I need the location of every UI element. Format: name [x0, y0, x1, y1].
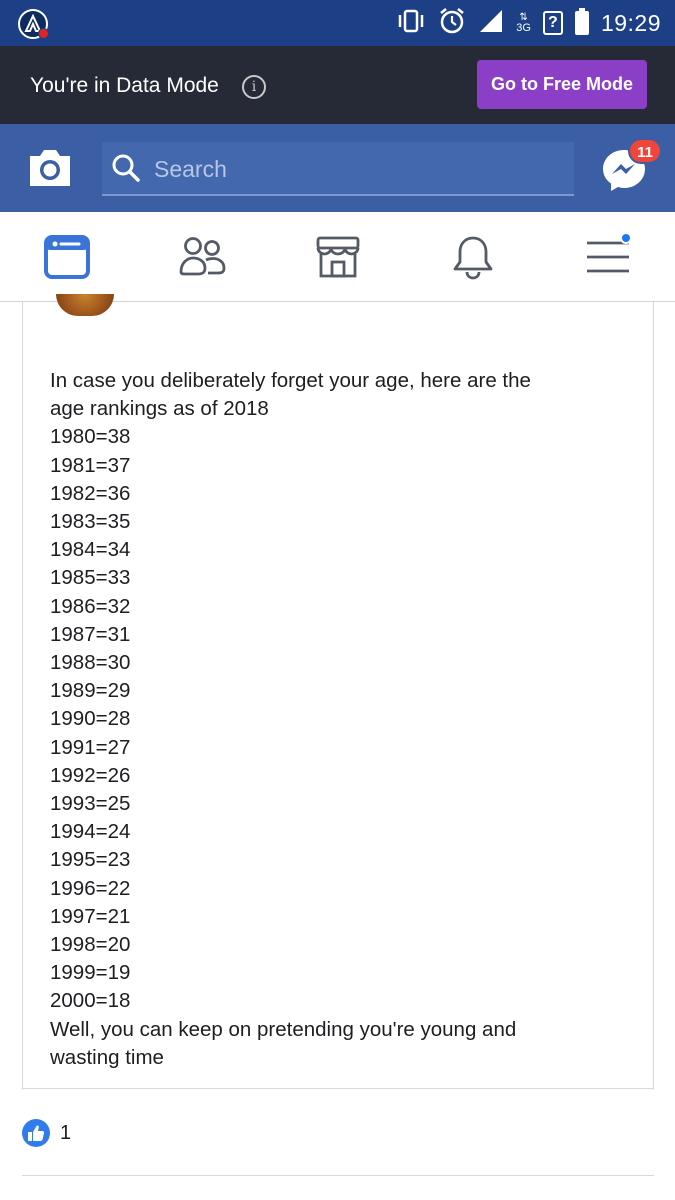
- ranking-line: 1994=24: [50, 820, 131, 844]
- tab-news-feed[interactable]: [43, 234, 93, 280]
- menu-notification-dot: [620, 232, 632, 244]
- ranking-line: 1989=29: [50, 679, 131, 703]
- tab-friends[interactable]: [178, 234, 228, 280]
- avatar[interactable]: [56, 294, 114, 316]
- news-feed-icon: [44, 235, 90, 279]
- data-mode-text: You're in Data Mode: [30, 74, 219, 97]
- search-icon: [110, 152, 142, 189]
- ranking-line: 1995=23: [50, 848, 131, 872]
- ranking-line: 1991=27: [50, 735, 131, 759]
- ranking-line: 1993=25: [50, 792, 131, 816]
- post-outro-line: Well, you can keep on pretending you're …: [50, 1017, 517, 1041]
- ranking-line: 1998=20: [50, 933, 131, 957]
- like-icon[interactable]: [22, 1119, 50, 1147]
- like-count[interactable]: 1: [60, 1122, 71, 1145]
- ranking-line: 1992=26: [50, 763, 131, 787]
- post-outro-line: wasting time: [50, 1045, 164, 1069]
- search-input[interactable]: Search: [102, 142, 574, 196]
- ranking-line: 1990=28: [50, 707, 131, 731]
- ranking-line: 1984=34: [50, 538, 131, 562]
- network-type: ⇅ 3G: [516, 12, 531, 34]
- vibrate-icon: [396, 9, 426, 38]
- post-body: In case you deliberately forget your age…: [50, 367, 630, 1072]
- ranking-line: 1988=30: [50, 651, 131, 675]
- ranking-line: 1985=33: [50, 566, 131, 590]
- ranking-line: 1999=19: [50, 961, 131, 985]
- ranking-line: 1997=21: [50, 904, 131, 928]
- data-mode-bar: You're in Data Mode i Go to Free Mode: [0, 46, 675, 124]
- camera-icon[interactable]: [26, 146, 74, 190]
- ranking-line: 1980=38: [50, 425, 131, 449]
- nav-bar: [0, 212, 675, 302]
- ranking-line: 1996=22: [50, 876, 131, 900]
- alarm-icon: [438, 7, 466, 40]
- post-intro-line: In case you deliberately forget your age…: [50, 369, 531, 392]
- marketplace-icon: [316, 236, 360, 278]
- app-header: Search: [0, 124, 675, 212]
- ranking-line: 1981=37: [50, 453, 131, 477]
- app-notification-icon: [18, 9, 49, 39]
- post-bottom-border: [22, 1088, 654, 1089]
- post-card: In case you deliberately forget your age…: [22, 294, 654, 1090]
- post-intro-line: age rankings as of 2018: [50, 397, 269, 421]
- ranking-line: 1982=36: [50, 481, 131, 505]
- battery-icon: [574, 8, 589, 35]
- messenger-badge: 11: [628, 138, 662, 164]
- search-placeholder: Search: [154, 156, 227, 182]
- tab-notifications[interactable]: [450, 234, 500, 280]
- ranking-line: 1987=31: [50, 622, 131, 646]
- clock: 19:29: [600, 9, 661, 36]
- ranking-line: 1983=35: [50, 510, 131, 534]
- ranking-line: 1986=32: [50, 594, 131, 618]
- friends-icon: [179, 237, 226, 276]
- tab-marketplace[interactable]: [314, 234, 364, 280]
- reactions-divider: [22, 1175, 654, 1176]
- info-icon[interactable]: i: [242, 75, 266, 99]
- unknown-sim-icon: ?: [542, 11, 563, 35]
- free-mode-button[interactable]: Go to Free Mode: [477, 60, 647, 109]
- bell-icon: [453, 236, 493, 280]
- ranking-line: 2000=18: [50, 989, 131, 1013]
- signal-icon: [478, 8, 504, 39]
- status-bar: ⇅ 3G ? 19:29: [0, 0, 675, 46]
